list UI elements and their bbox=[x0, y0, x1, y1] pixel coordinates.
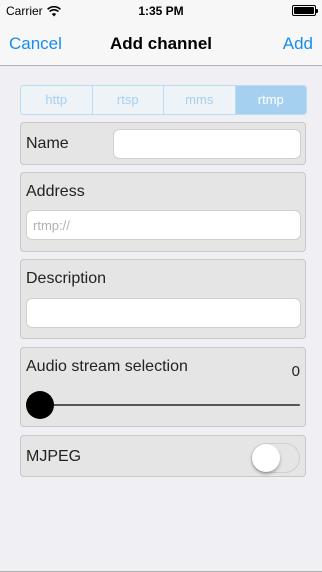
name-label: Name bbox=[26, 135, 69, 152]
mjpeg-toggle[interactable] bbox=[251, 443, 300, 473]
address-field[interactable]: rtmp:// bbox=[26, 210, 301, 240]
status-right bbox=[292, 5, 318, 19]
status-time: 1:35 PM bbox=[138, 4, 184, 18]
add-button[interactable]: Add bbox=[283, 34, 313, 54]
address-placeholder: rtmp:// bbox=[33, 217, 70, 233]
toggle-knob bbox=[252, 444, 280, 472]
protocol-segmented-control: http rtsp mms rtmp bbox=[20, 85, 307, 115]
name-group: Name bbox=[20, 122, 306, 165]
description-group: Description bbox=[20, 259, 306, 339]
navigation-bar: Cancel Add channel Add bbox=[0, 22, 322, 66]
description-label: Description bbox=[26, 270, 107, 287]
segment-http[interactable]: http bbox=[21, 86, 93, 114]
address-group: Address rtmp:// bbox=[20, 172, 306, 252]
audio-stream-label: Audio stream selection bbox=[26, 358, 188, 375]
status-bar: Carrier 1:35 PM bbox=[0, 0, 322, 22]
description-field[interactable] bbox=[26, 298, 301, 328]
segment-rtmp[interactable]: rtmp bbox=[235, 86, 306, 114]
battery-icon bbox=[292, 5, 318, 16]
slider-thumb[interactable] bbox=[26, 391, 54, 419]
name-field[interactable] bbox=[113, 129, 301, 159]
audio-stream-group: Audio stream selection 0 bbox=[20, 347, 306, 427]
address-label: Address bbox=[26, 183, 85, 200]
segment-rtsp[interactable]: rtsp bbox=[92, 86, 164, 114]
mjpeg-group: MJPEG bbox=[20, 435, 306, 477]
cancel-button[interactable]: Cancel bbox=[9, 34, 62, 54]
audio-stream-value: 0 bbox=[291, 363, 300, 380]
mjpeg-label: MJPEG bbox=[26, 448, 82, 465]
audio-stream-slider[interactable] bbox=[26, 391, 300, 419]
segment-mms[interactable]: mms bbox=[164, 86, 236, 114]
